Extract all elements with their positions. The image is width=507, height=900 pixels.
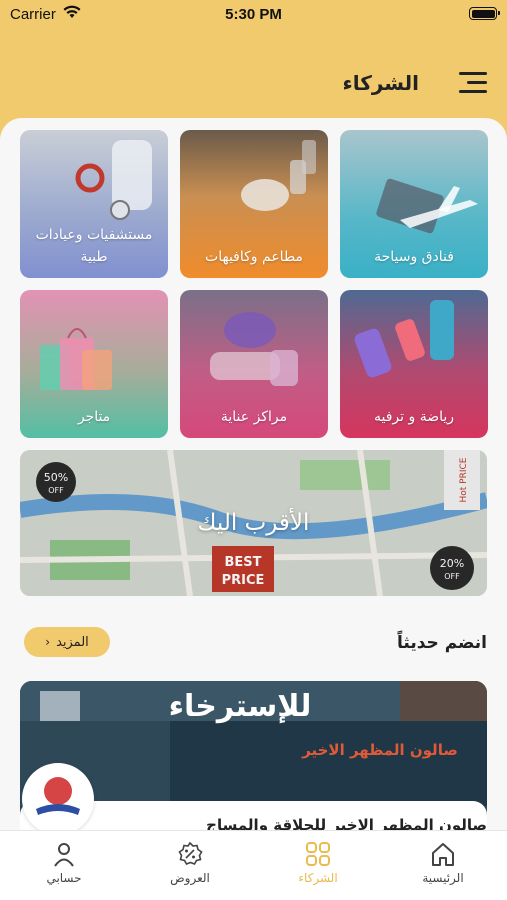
category-label: مستشفيات وعيادات طبية <box>35 227 153 265</box>
discount-badge-icon <box>178 841 203 865</box>
status-bar: Carrier 5:30 PM <box>0 0 507 30</box>
category-tile-care[interactable]: مراكز عناية <box>180 290 328 438</box>
category-label: مراكز عناية <box>220 409 288 425</box>
content-sheet: مستشفيات وعيادات طبية مطاعم وكافيهات فنا… <box>0 118 507 830</box>
category-tile-hotels[interactable]: فنادق وسياحة <box>340 130 488 278</box>
category-tile-restaurants[interactable]: مطاعم وكافيهات <box>180 130 328 278</box>
hamburger-menu-icon[interactable] <box>459 72 487 94</box>
nearby-banner-label: الأقرب اليك <box>197 510 310 536</box>
home-icon <box>432 843 454 866</box>
category-tile-shops[interactable]: متاجر <box>20 290 168 438</box>
category-label: متاجر <box>77 409 111 425</box>
storefront-sign-1: للإسترخاء <box>169 689 312 724</box>
category-label: مطاعم وكافيهات <box>205 249 303 265</box>
category-tile-sports[interactable]: رياضة و ترفيه <box>340 290 488 438</box>
category-label: رياضة و ترفيه <box>373 409 455 425</box>
grid-icon <box>306 842 330 866</box>
massage-logo-icon <box>36 777 80 815</box>
tab-label: الشركاء <box>298 871 338 885</box>
tab-home[interactable]: الرئيسية <box>393 841 493 891</box>
tab-partners[interactable]: الشركاء <box>268 841 368 891</box>
recent-section-title: انضم حديثاً <box>397 633 487 653</box>
user-icon <box>54 843 74 867</box>
partner-name: صالون المظهر الاخير للحلاقة والمساج <box>206 816 487 830</box>
tab-label: العروض <box>170 871 210 885</box>
tab-offers[interactable]: العروض <box>140 841 240 891</box>
nearby-banner[interactable]: 50% OFF 20% OFF BEST PRICE Hot PRICE الأ… <box>20 450 487 596</box>
category-tile-hospitals[interactable]: مستشفيات وعيادات طبية <box>20 130 168 278</box>
tab-label: الرئيسية <box>422 871 464 885</box>
more-button[interactable]: المزيد ‹ <box>24 627 110 657</box>
more-label: المزيد <box>56 634 89 650</box>
tab-account[interactable]: حسابي <box>14 841 114 891</box>
storefront-sign-2: صالون المظهر الاخير <box>301 741 458 759</box>
page-title: الشركاء <box>342 71 419 95</box>
partner-avatar <box>22 763 94 830</box>
category-label: فنادق وسياحة <box>374 249 454 265</box>
tab-bar: حسابي العروض الشركاء الرئيسية <box>0 830 507 900</box>
tab-label: حسابي <box>46 871 82 885</box>
chevron-left-icon: ‹ <box>45 635 51 649</box>
battery-icon <box>469 7 500 20</box>
status-time: 5:30 PM <box>225 6 282 23</box>
